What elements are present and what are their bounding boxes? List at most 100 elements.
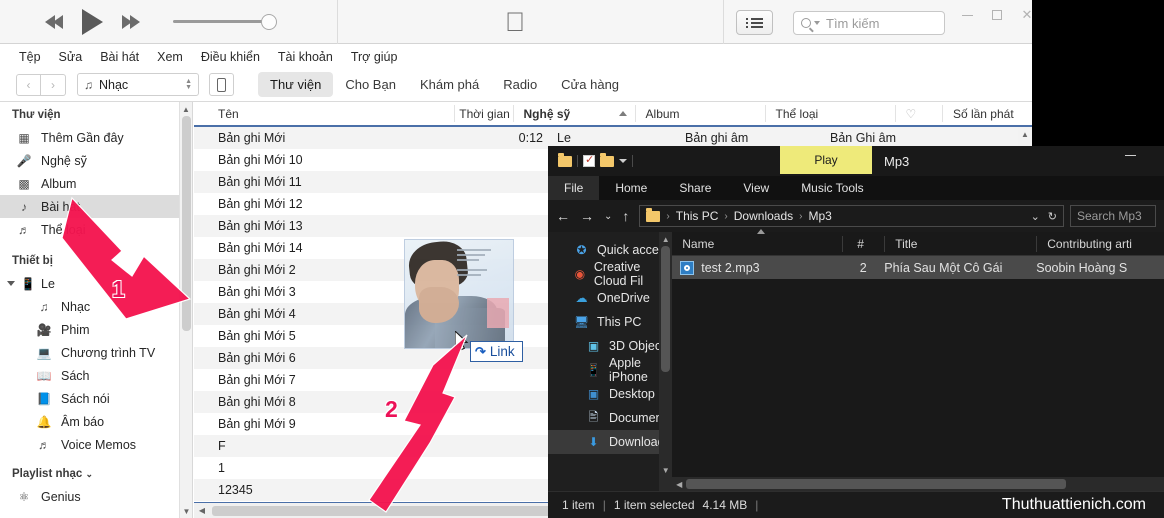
column-so-lan-phat[interactable]: Số lần phát — [941, 105, 1032, 122]
play-contextual-tab[interactable]: Play — [780, 146, 872, 174]
back-button[interactable]: ‹ — [16, 73, 41, 96]
column-track-number[interactable]: # — [842, 235, 884, 252]
tab-thu-vien[interactable]: Thư viện — [258, 72, 334, 97]
breadcrumb-dropdown-icon[interactable]: ⌄ — [1031, 210, 1040, 223]
scroll-up-icon[interactable]: ▲ — [1018, 127, 1032, 141]
explorer-search-input[interactable]: Search Mp3 — [1070, 205, 1156, 227]
sidebar-scrollbar[interactable]: ▲ ▼ — [179, 102, 192, 518]
play-icon[interactable] — [82, 8, 103, 35]
tab-cua-hang[interactable]: Cửa hàng — [549, 72, 631, 97]
column-album[interactable]: Album — [634, 105, 765, 122]
sidebar-item-genius[interactable]: ⚛ Genius — [0, 485, 192, 508]
scroll-up-icon[interactable]: ▲ — [659, 232, 672, 246]
sidebar-item-device-music[interactable]: ♫ Nhạc — [0, 295, 192, 318]
sidebar-item-device[interactable]: 📱 Le — [0, 272, 192, 295]
nav-item-this-pc[interactable]: 🖥 This PC — [548, 310, 672, 334]
chevron-down-icon[interactable] — [7, 281, 15, 286]
ribbon-tab-home[interactable]: Home — [599, 176, 663, 200]
forward-button[interactable]: › — [41, 73, 66, 96]
column-thoi-gian[interactable]: Thời gian — [454, 105, 512, 122]
forward-button[interactable]: → — [580, 208, 594, 224]
volume-knob[interactable] — [261, 13, 277, 30]
sidebar-item-artists[interactable]: 🎤 Nghệ sỹ — [0, 149, 192, 172]
media-picker-dropdown[interactable]: ♫ Nhạc ▲ ▼ — [77, 73, 199, 96]
column-favorite[interactable]: ♡ — [894, 105, 942, 122]
close-button[interactable]: ✕ — [1012, 2, 1042, 28]
menu-tai-khoan[interactable]: Tài khoản — [269, 50, 342, 64]
menu-xem[interactable]: Xem — [148, 50, 192, 64]
breadcrumb-mp3[interactable]: Mp3 — [808, 209, 831, 223]
menu-tro-giup[interactable]: Trợ giúp — [342, 50, 407, 64]
properties-icon[interactable] — [583, 153, 595, 167]
nav-item-documents[interactable]: 🖹 Documents — [548, 406, 673, 430]
scrollbar-thumb[interactable] — [686, 479, 1067, 489]
customize-dropdown-icon[interactable] — [619, 159, 627, 163]
breadcrumb-this-pc[interactable]: This PC — [676, 209, 719, 223]
nav-item-creative-cloud[interactable]: ◉ Creative Cloud Fil — [548, 260, 672, 288]
list-view-button[interactable] — [736, 10, 773, 35]
chevron-down-icon[interactable] — [814, 21, 820, 25]
column-nghe-sy[interactable]: Nghệ sỹ — [512, 105, 635, 122]
sidebar-item-device-voice-memos[interactable]: ♬ Voice Memos — [0, 433, 192, 456]
folder-icon[interactable] — [558, 152, 572, 167]
minimize-button[interactable] — [952, 2, 982, 28]
sidebar-item-genres[interactable]: ♬ Thể loại — [0, 218, 192, 241]
back-button[interactable]: ← — [556, 208, 570, 224]
nav-item-desktop[interactable]: ▣ Desktop — [548, 382, 672, 406]
recent-locations-icon[interactable]: ⌄ — [604, 211, 612, 222]
chevron-down-icon[interactable]: ⌄ — [86, 469, 94, 479]
chevron-updown-icon[interactable]: ▲ ▼ — [185, 78, 192, 91]
search-input[interactable]: Tìm kiếm — [793, 11, 945, 35]
new-folder-icon[interactable] — [600, 152, 614, 167]
scrollbar-thumb[interactable] — [182, 116, 191, 331]
breadcrumb[interactable]: › This PC › Downloads › Mp3 ⌄ ↻ — [639, 205, 1064, 227]
ribbon-tab-music-tools[interactable]: Music Tools — [785, 176, 879, 200]
sidebar-item-recently-added[interactable]: ▦ Thêm Gần đây — [0, 126, 192, 149]
menu-bai-hat[interactable]: Bài hát — [91, 50, 148, 64]
scroll-up-icon[interactable]: ▲ — [180, 102, 192, 116]
column-contributing-artists[interactable]: Contributing arti — [1036, 235, 1164, 252]
scroll-down-icon[interactable]: ▼ — [659, 463, 672, 477]
column-the-loai[interactable]: Thể loại — [764, 105, 895, 122]
sidebar-item-device-movies[interactable]: 🎥 Phim — [0, 318, 192, 341]
nav-item-quick-access[interactable]: ✪ Quick access — [548, 238, 672, 262]
minimize-button[interactable] — [1125, 155, 1136, 156]
column-ten[interactable]: Tên — [194, 105, 454, 122]
sidebar-item-device-tvshows[interactable]: 💻 Chương trình TV — [0, 341, 192, 364]
sidebar-item-device-books[interactable]: 📖 Sách — [0, 364, 192, 387]
ribbon-tab-file[interactable]: File — [548, 176, 600, 200]
nav-item-apple-iphone[interactable]: 📱 Apple iPhone — [548, 356, 672, 384]
menu-tep[interactable]: Tệp — [10, 50, 50, 64]
maximize-button[interactable] — [982, 2, 1012, 28]
nav-item-onedrive[interactable]: ☁ OneDrive — [548, 286, 672, 310]
file-list-horizontal-scrollbar[interactable]: ◀ — [672, 477, 1164, 491]
column-title[interactable]: Title — [884, 235, 1036, 252]
tab-cho-ban[interactable]: Cho Bạn — [333, 72, 408, 97]
nav-pane-scrollbar[interactable]: ▲ ▼ — [659, 232, 673, 491]
table-row[interactable]: test 2.mp3 2 Phía Sau Một Cô Gái Soobin … — [672, 256, 1164, 279]
menu-dieu-khien[interactable]: Điều khiển — [192, 50, 269, 64]
scroll-left-icon[interactable]: ◀ — [194, 506, 210, 515]
sidebar-item-device-audiobooks[interactable]: 📘 Sách nói — [0, 387, 192, 410]
column-name[interactable]: Name — [672, 228, 842, 252]
scrollbar-thumb[interactable] — [661, 246, 671, 372]
tab-radio[interactable]: Radio — [491, 72, 549, 97]
scroll-down-icon[interactable]: ▼ — [180, 504, 192, 518]
nav-item-downloads[interactable]: ⬇ Downloads — [548, 430, 673, 454]
sidebar-header-playlists[interactable]: Playlist nhạc ⌄ — [0, 456, 192, 485]
menu-sua[interactable]: Sửa — [50, 50, 92, 64]
device-button[interactable] — [209, 73, 234, 96]
refresh-icon[interactable]: ↻ — [1048, 210, 1057, 223]
volume-slider[interactable] — [173, 13, 288, 31]
sidebar-item-songs[interactable]: ♪ Bài hát — [0, 195, 192, 218]
fast-forward-icon[interactable] — [122, 14, 140, 29]
sidebar-item-album[interactable]: ▩ Album — [0, 172, 192, 195]
scroll-left-icon[interactable]: ◀ — [672, 480, 686, 489]
rewind-icon[interactable] — [45, 14, 63, 29]
nav-item-3d-objects[interactable]: ▣ 3D Objects — [548, 334, 672, 358]
up-button[interactable]: ↑ — [622, 208, 629, 224]
breadcrumb-downloads[interactable]: Downloads — [734, 209, 793, 223]
ribbon-tab-share[interactable]: Share — [663, 176, 727, 200]
tab-kham-pha[interactable]: Khám phá — [408, 72, 491, 97]
sidebar-item-device-tones[interactable]: 🔔 Âm báo — [0, 410, 192, 433]
